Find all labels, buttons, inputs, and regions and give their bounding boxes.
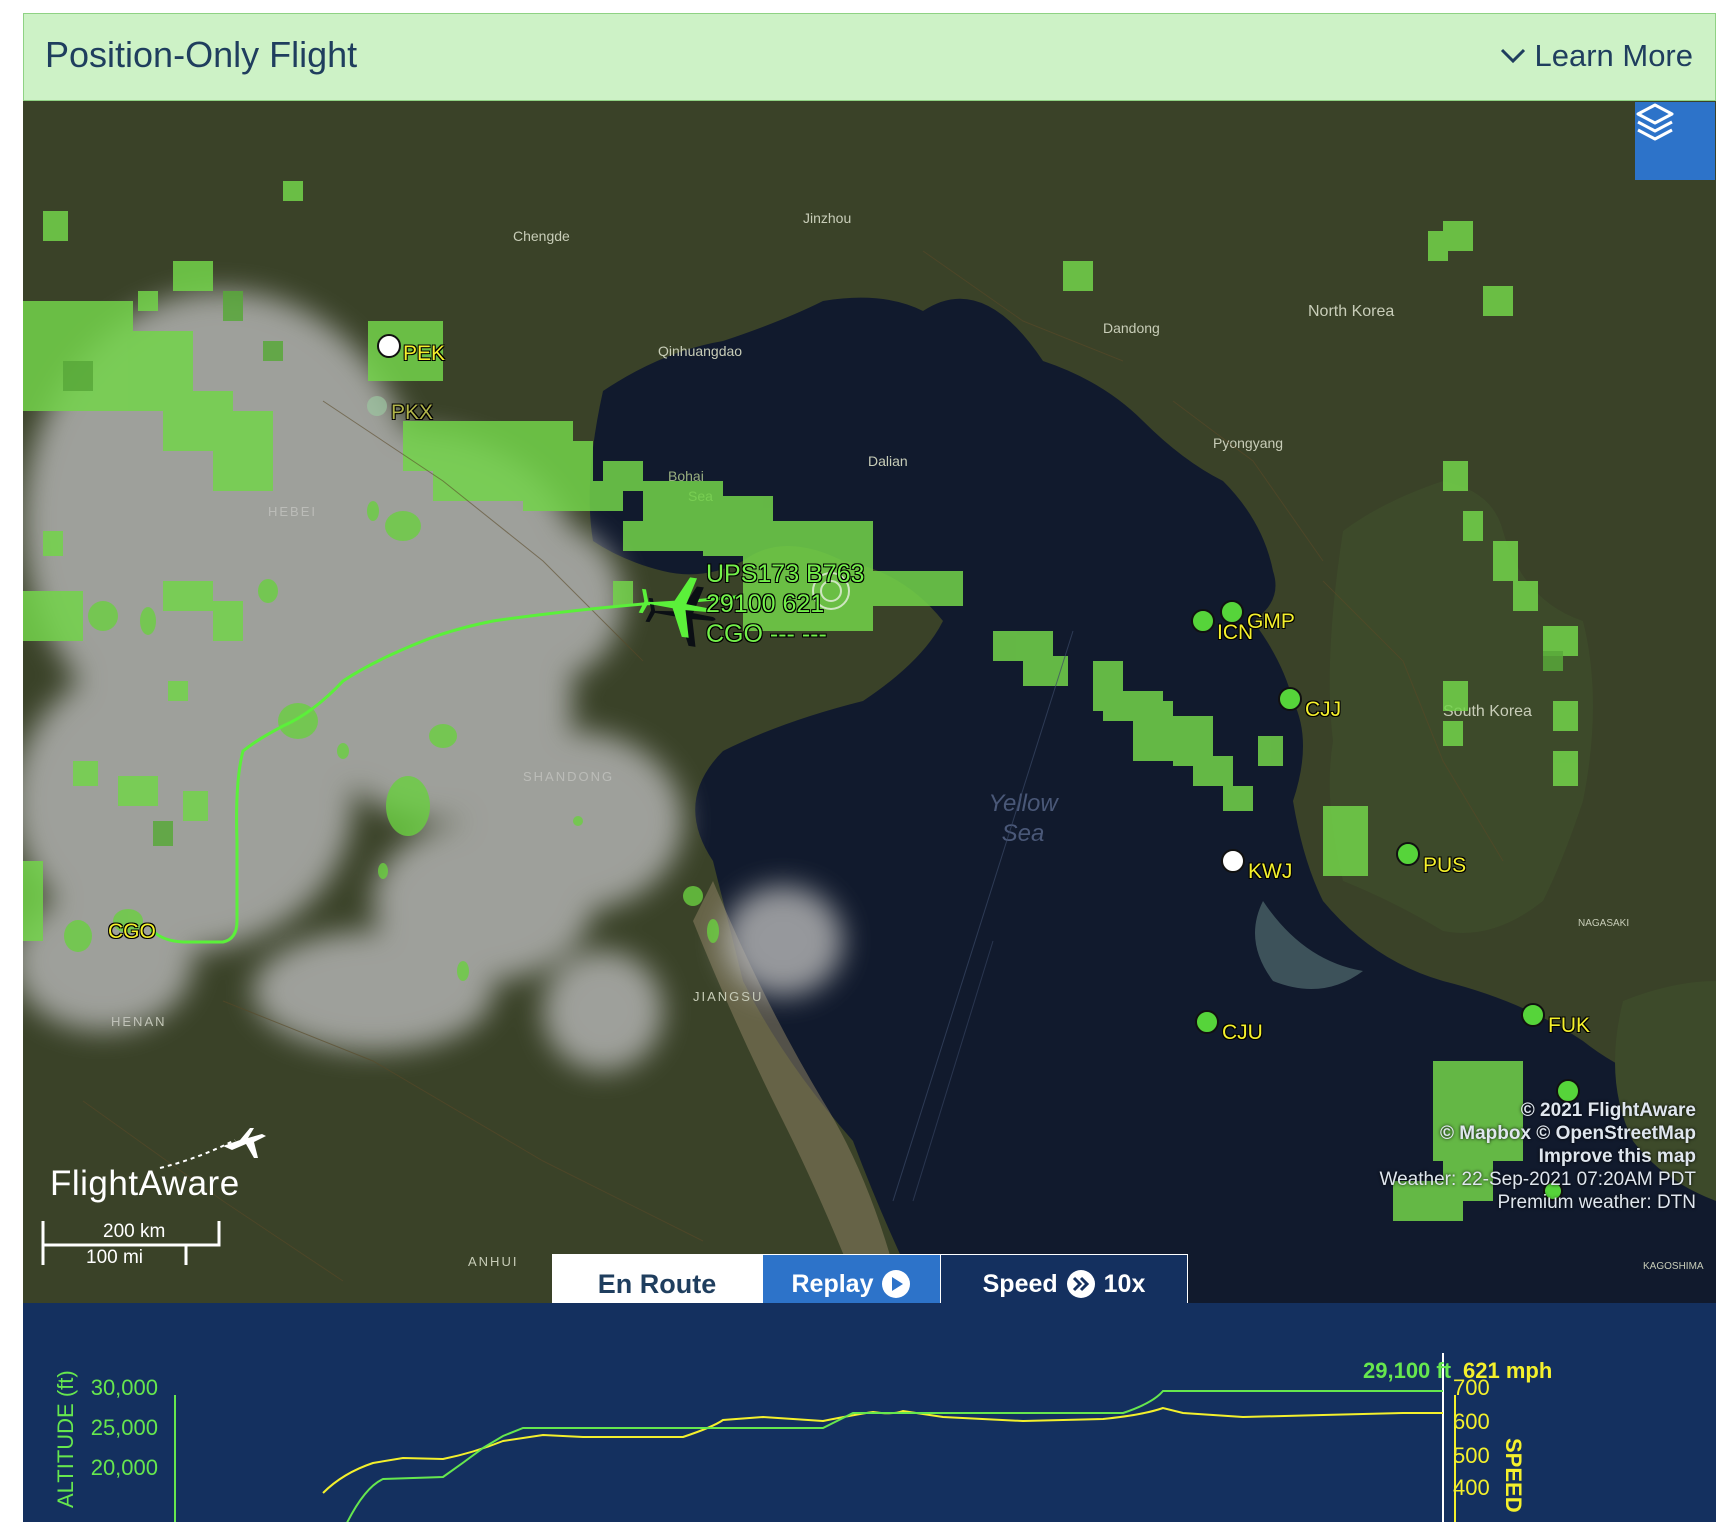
svg-text:Pyongyang: Pyongyang: [1213, 435, 1283, 451]
svg-text:Qinhuangdao: Qinhuangdao: [658, 343, 742, 359]
play-icon: [882, 1270, 911, 1298]
altitude-readout: 29,100 ft: [1363, 1358, 1452, 1383]
improve-map-link[interactable]: Improve this map: [1380, 1145, 1696, 1168]
map-attribution: © 2021 FlightAware © Mapbox © OpenStreet…: [1380, 1099, 1697, 1214]
map-scale: 200 km 100 mi: [41, 1221, 281, 1301]
svg-text:Yellow: Yellow: [988, 790, 1059, 817]
altitude-axis-label: ALTITUDE (ft): [53, 1370, 78, 1508]
airport-label-cjj[interactable]: CJJ: [1305, 698, 1341, 722]
layers-icon: [1636, 103, 1674, 141]
flight-map-panel: Position-Only Flight Learn More Yellow S…: [23, 13, 1716, 1522]
learn-more-link[interactable]: Learn More: [1500, 38, 1693, 74]
flight-alt-speed: 29100 621: [706, 590, 825, 618]
airport-label-pus[interactable]: PUS: [1423, 854, 1466, 878]
svg-text:North Korea: North Korea: [1308, 303, 1394, 320]
scale-km-label: 200 km: [103, 1221, 166, 1242]
speed-axis-label: SPEED: [1501, 1438, 1526, 1513]
speed-label: Speed: [982, 1269, 1058, 1298]
speed-series-line: [322, 1406, 1443, 1494]
weather-timestamp: Weather: 22-Sep-2021 07:20AM PDT: [1379, 1169, 1697, 1190]
scale-mi-label: 100 mi: [86, 1247, 144, 1268]
tab-en-route-label: En Route: [597, 1268, 717, 1299]
chevron-down-icon: [1501, 48, 1526, 64]
speed-tick: 600: [1453, 1409, 1490, 1434]
flightaware-logo-text: FlightAware: [50, 1164, 240, 1203]
svg-text:Chengde: Chengde: [513, 228, 570, 244]
airport-label-pek[interactable]: PEK: [403, 342, 445, 366]
speed-tick: 700: [1453, 1375, 1490, 1400]
flight-ident: UPS173 B763: [706, 560, 865, 588]
speed-tick: 500: [1453, 1443, 1490, 1468]
flight-data-block[interactable]: UPS173 B763 29100 621 CGO --- ---: [706, 559, 864, 649]
position-only-banner: Position-Only Flight Learn More: [23, 13, 1716, 101]
airport-label-cgo[interactable]: CGO: [108, 920, 156, 944]
flight-origin-dest: CGO --- ---: [706, 620, 827, 648]
svg-text:ANHUI: ANHUI: [468, 1254, 518, 1269]
svg-text:JIANGSU: JIANGSU: [693, 989, 763, 1004]
banner-title: Position-Only Flight: [45, 34, 358, 75]
altitude-speed-graph: 29,100 ft 621 mph 30,000 25,000 20,000 7…: [23, 1303, 1716, 1522]
svg-text:Dalian: Dalian: [868, 453, 908, 469]
svg-text:KAGOSHIMA: KAGOSHIMA: [1643, 1261, 1704, 1272]
altitude-series-line: [346, 1390, 1443, 1522]
svg-text:Dandong: Dandong: [1103, 320, 1160, 336]
flightaware-logo: FlightAware: [50, 1128, 310, 1203]
premium-weather-text: Premium weather: DTN: [1497, 1192, 1697, 1213]
airport-label-pkx[interactable]: PKX: [391, 401, 433, 425]
svg-text:NAGASAKI: NAGASAKI: [1578, 918, 1629, 929]
replay-label: Replay: [791, 1269, 874, 1298]
svg-text:Jinzhou: Jinzhou: [803, 210, 851, 226]
layers-button[interactable]: [1635, 102, 1715, 180]
fast-forward-icon: [1066, 1270, 1095, 1298]
flight-map[interactable]: Yellow Sea Chengde Jinzhou North Korea D…: [23, 101, 1716, 1303]
mapbox-osm-link[interactable]: © Mapbox © OpenStreetMap: [1380, 1122, 1696, 1145]
svg-text:Sea: Sea: [1002, 820, 1045, 847]
airport-label-cju[interactable]: CJU: [1222, 1021, 1263, 1045]
airport-label-kwj[interactable]: KWJ: [1248, 860, 1292, 884]
learn-more-label: Learn More: [1534, 38, 1693, 73]
speed-tick: 400: [1453, 1475, 1490, 1500]
speed-value: 10x: [1103, 1269, 1146, 1298]
copyright-text: © 2021 FlightAware: [1520, 1100, 1696, 1121]
airport-label-gmp[interactable]: GMP: [1247, 610, 1295, 634]
airport-label-fuk[interactable]: FUK: [1548, 1014, 1590, 1038]
